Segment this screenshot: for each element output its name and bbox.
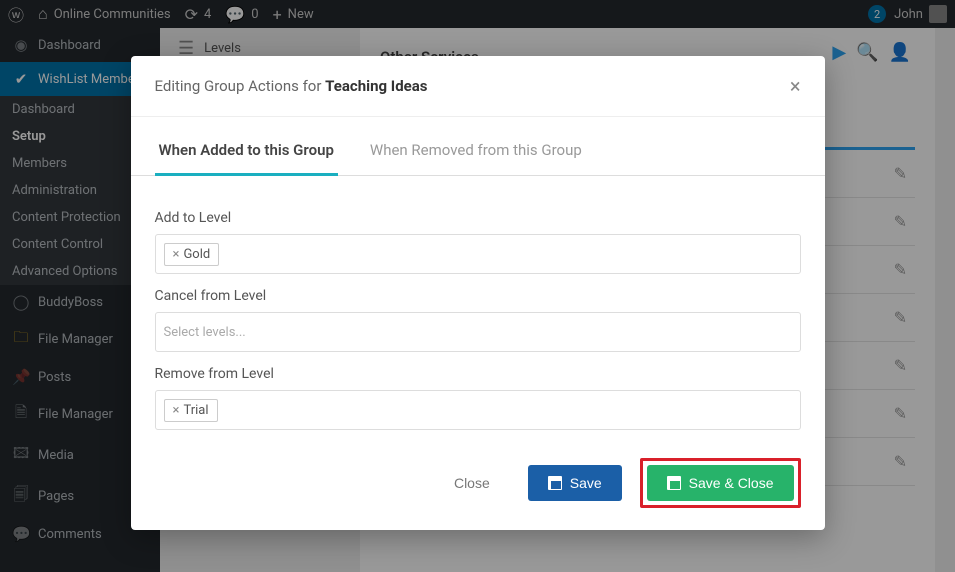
- level-tag-gold: ×Gold: [164, 243, 220, 266]
- tab-when-added[interactable]: When Added to this Group: [155, 125, 338, 176]
- remove-tag-icon[interactable]: ×: [173, 403, 180, 418]
- add-to-level-input[interactable]: ×Gold: [155, 234, 801, 274]
- cancel-from-level-label: Cancel from Level: [155, 288, 801, 304]
- edit-group-actions-modal: Editing Group Actions for Teaching Ideas…: [131, 56, 825, 530]
- tab-when-removed[interactable]: When Removed from this Group: [366, 125, 586, 175]
- remove-tag-icon[interactable]: ×: [173, 247, 180, 262]
- modal-overlay: Editing Group Actions for Teaching Ideas…: [0, 0, 955, 572]
- save-button[interactable]: Save: [528, 465, 622, 501]
- modal-tabs: When Added to this Group When Removed fr…: [131, 125, 825, 176]
- close-button[interactable]: Close: [434, 465, 510, 501]
- save-icon: [667, 476, 681, 490]
- save-and-close-button[interactable]: Save & Close: [647, 465, 794, 501]
- remove-from-level-label: Remove from Level: [155, 366, 801, 382]
- modal-body: Add to Level ×Gold Cancel from Level Sel…: [131, 176, 825, 440]
- remove-from-level-input[interactable]: ×Trial: [155, 390, 801, 430]
- highlight-annotation: Save & Close: [640, 458, 801, 508]
- modal-footer: Close Save Save & Close: [131, 440, 825, 530]
- cancel-from-level-input[interactable]: Select levels...: [155, 312, 801, 352]
- save-icon: [548, 476, 562, 490]
- modal-title: Editing Group Actions for Teaching Ideas: [155, 77, 428, 95]
- modal-header: Editing Group Actions for Teaching Ideas…: [131, 56, 825, 117]
- close-icon[interactable]: ×: [790, 74, 801, 98]
- placeholder-text: Select levels...: [164, 325, 246, 340]
- level-tag-trial: ×Trial: [164, 399, 218, 422]
- add-to-level-label: Add to Level: [155, 210, 801, 226]
